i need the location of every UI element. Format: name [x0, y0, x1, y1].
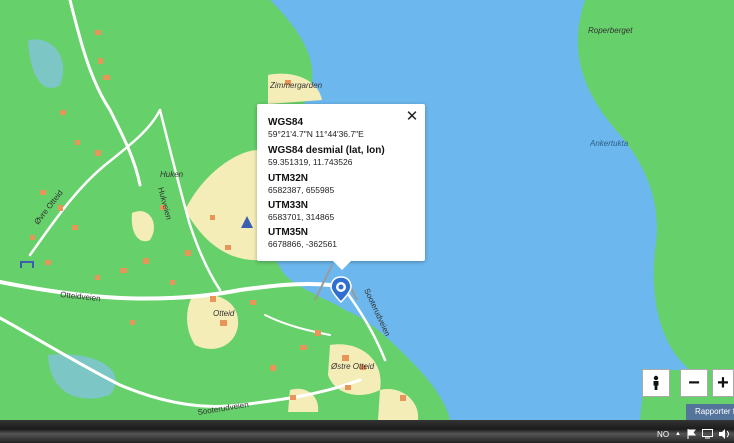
system-tray: NO ▲	[657, 428, 734, 440]
street-view-button[interactable]	[642, 369, 670, 397]
coord-entry-wgs84-decimal: WGS84 desmial (lat, lon) 59.351319, 11.7…	[268, 145, 385, 168]
coord-title: UTM33N	[268, 200, 309, 211]
coord-entry-utm33n: UTM33N 6583701, 314865	[268, 200, 334, 223]
taskbar	[0, 420, 734, 443]
coord-value: 59°21'4.7"N 11°44'36.7"E	[268, 129, 364, 139]
chevron-up-icon[interactable]: ▲	[675, 431, 681, 437]
coord-value: 59.351319, 11.743526	[268, 157, 353, 167]
zoom-in-button[interactable]: +	[712, 369, 734, 397]
coord-value: 6583701, 314865	[268, 212, 335, 222]
coord-entry-wgs84: WGS84 59°21'4.7"N 11°44'36.7"E	[268, 117, 364, 140]
coordinate-popup: ✕ WGS84 59°21'4.7"N 11°44'36.7"E WGS84 d…	[257, 104, 425, 270]
coord-entry-utm32n: UTM32N 6582387, 655985	[268, 173, 334, 196]
place-label: Huken	[160, 170, 184, 179]
place-label: Roperberget	[588, 26, 633, 35]
place-label: Ankertukta	[589, 139, 629, 148]
language-indicator[interactable]: NO	[657, 430, 669, 439]
close-icon[interactable]: ✕	[405, 109, 419, 125]
place-label: Østre Otteid	[330, 362, 375, 371]
report-button[interactable]: Rapporter f	[686, 404, 734, 420]
coord-title: WGS84	[268, 117, 304, 128]
person-icon	[653, 375, 659, 390]
place-label: Otteid	[213, 309, 235, 318]
place-label: Zimmergarden	[269, 81, 323, 90]
flag-icon[interactable]	[687, 429, 696, 439]
coord-value: 6678866, -362561	[268, 239, 338, 249]
coord-title: WGS84 desmial (lat, lon)	[268, 145, 385, 156]
volume-icon[interactable]	[719, 429, 730, 439]
coord-entry-utm35n: UTM35N 6678866, -362561	[268, 227, 337, 250]
coord-value: 6582387, 655985	[268, 185, 335, 195]
coord-title: UTM35N	[268, 227, 309, 238]
zoom-out-button[interactable]: −	[680, 369, 708, 397]
screen-icon[interactable]	[702, 429, 713, 439]
coord-title: UTM32N	[268, 173, 309, 184]
